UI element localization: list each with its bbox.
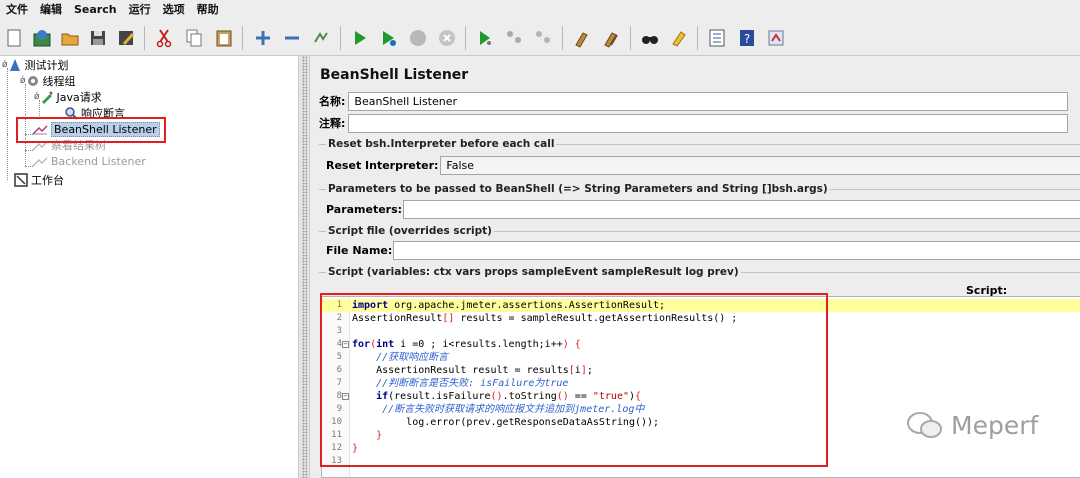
clear-icon [575, 32, 588, 48]
menu-edit[interactable]: 编辑 [34, 0, 68, 20]
collapse-all-button[interactable] [279, 25, 305, 51]
test-plan-tree: ǿ 测试计划 ǿ 线程组 ǿ Java请求 响应断言 BeanShell Lis… [0, 56, 298, 478]
save-as-icon [119, 31, 135, 46]
open-icon [61, 33, 79, 46]
cut-button[interactable] [151, 25, 177, 51]
params-group-title: Parameters to be passed to BeanShell (=>… [326, 183, 830, 195]
menu-file[interactable]: 文件 [0, 0, 34, 20]
start-button[interactable] [347, 25, 373, 51]
save-as-button[interactable] [113, 25, 139, 51]
start-no-pause-button[interactable] [376, 25, 402, 51]
save-icon [91, 31, 105, 45]
comment-row: 注释: [319, 113, 1069, 133]
svg-text:?: ? [744, 32, 750, 46]
reset-group-title: Reset bsh.Interpreter before each call [326, 138, 557, 150]
comment-label: 注释: [319, 117, 346, 130]
stop-button[interactable] [405, 25, 431, 51]
remote-start-button[interactable] [472, 25, 498, 51]
start-no-pause-icon [383, 31, 396, 46]
shutdown-button[interactable] [434, 25, 460, 51]
collapse-icon [285, 36, 299, 40]
open-button[interactable] [57, 25, 83, 51]
templates-icon [33, 30, 51, 47]
parameters-field[interactable] [403, 199, 1080, 219]
paste-button[interactable] [211, 25, 237, 51]
save-button[interactable] [85, 25, 111, 51]
reset-row: Reset Interpreter: False [326, 155, 1080, 175]
name-field[interactable]: BeanShell Listener [348, 91, 1069, 111]
toggle-button[interactable] [308, 25, 334, 51]
name-label: 名称: [319, 95, 346, 108]
reset-search-icon [672, 31, 686, 47]
tree-node-java-request[interactable]: ǿ Java请求 [34, 89, 102, 105]
clear-all-icon [604, 32, 618, 48]
toolbar: ? [0, 20, 1080, 56]
comment-field[interactable] [348, 113, 1069, 133]
remote-stop-button[interactable] [501, 25, 527, 51]
annotation-box [320, 293, 828, 467]
search-button[interactable] [637, 25, 663, 51]
help-button[interactable]: ? [734, 25, 760, 51]
help-icon: ? [740, 30, 754, 46]
gear-icon [27, 76, 38, 86]
ssl-manager-icon [768, 30, 784, 46]
reset-label: Reset Interpreter: [326, 158, 439, 172]
script-group: Script (variables: ctx vars props sample… [319, 266, 1080, 278]
file-label: File Name: [326, 243, 393, 257]
remote-stop-icon [507, 31, 521, 43]
params-label: Parameters: [326, 202, 403, 216]
paste-icon [216, 30, 232, 47]
wechat-icon [907, 412, 942, 438]
tree-node-test-plan[interactable]: ǿ 测试计划 [2, 57, 69, 73]
params-group: Parameters to be passed to BeanShell (=>… [319, 183, 1080, 195]
search-icon [642, 36, 658, 44]
pipette-icon [41, 91, 53, 104]
file-group-title: Script file (overrides script) [326, 225, 494, 237]
tree-node-backend-listener[interactable]: Backend Listener [32, 153, 146, 169]
shutdown-icon [439, 30, 455, 46]
listener-icon [32, 157, 48, 167]
stop-icon [410, 30, 426, 46]
copy-icon [186, 29, 202, 47]
watermark: Meperf [905, 410, 1038, 440]
annotation-box [16, 117, 166, 143]
tree-node-thread-group[interactable]: ǿ 线程组 [20, 73, 76, 89]
file-name-field[interactable] [393, 240, 1080, 260]
new-button[interactable] [1, 25, 27, 51]
toggle-icon [314, 32, 328, 43]
expand-all-button[interactable] [250, 25, 276, 51]
function-helper-button[interactable] [704, 25, 730, 51]
reset-search-button[interactable] [666, 25, 692, 51]
page-title: BeanShell Listener [320, 67, 469, 83]
clear-all-button[interactable] [599, 25, 625, 51]
ssl-manager-button[interactable] [763, 25, 789, 51]
expand-icon [256, 31, 270, 45]
remote-shutdown-icon [536, 31, 550, 43]
copy-button[interactable] [181, 25, 207, 51]
remote-shutdown-button[interactable] [530, 25, 556, 51]
script-group-title: Script (variables: ctx vars props sample… [326, 266, 741, 278]
menu-bar: 文件 编辑 Search 运行 选项 帮助 [0, 0, 1080, 20]
new-icon [7, 29, 21, 47]
cut-icon [156, 29, 172, 48]
templates-button[interactable] [29, 25, 55, 51]
tree-node-workbench[interactable]: 工作台 [14, 172, 64, 188]
function-helper-icon [709, 29, 725, 47]
panel-splitter[interactable] [298, 56, 310, 478]
menu-options[interactable]: 选项 [157, 0, 191, 20]
params-row: Parameters: [326, 199, 1080, 219]
clear-button[interactable] [569, 25, 595, 51]
file-group: Script file (overrides script) [319, 225, 1080, 237]
menu-search[interactable]: Search [68, 0, 123, 20]
file-row: File Name: [326, 240, 1080, 260]
menu-run[interactable]: 运行 [123, 0, 157, 20]
reset-interpreter-field[interactable]: False [440, 155, 1080, 175]
workbench-icon [14, 173, 28, 187]
name-row: 名称: BeanShell Listener [319, 91, 1069, 111]
remote-start-icon [480, 31, 491, 45]
menu-help[interactable]: 帮助 [191, 0, 225, 20]
test-plan-icon [9, 59, 20, 71]
start-icon [355, 31, 366, 45]
